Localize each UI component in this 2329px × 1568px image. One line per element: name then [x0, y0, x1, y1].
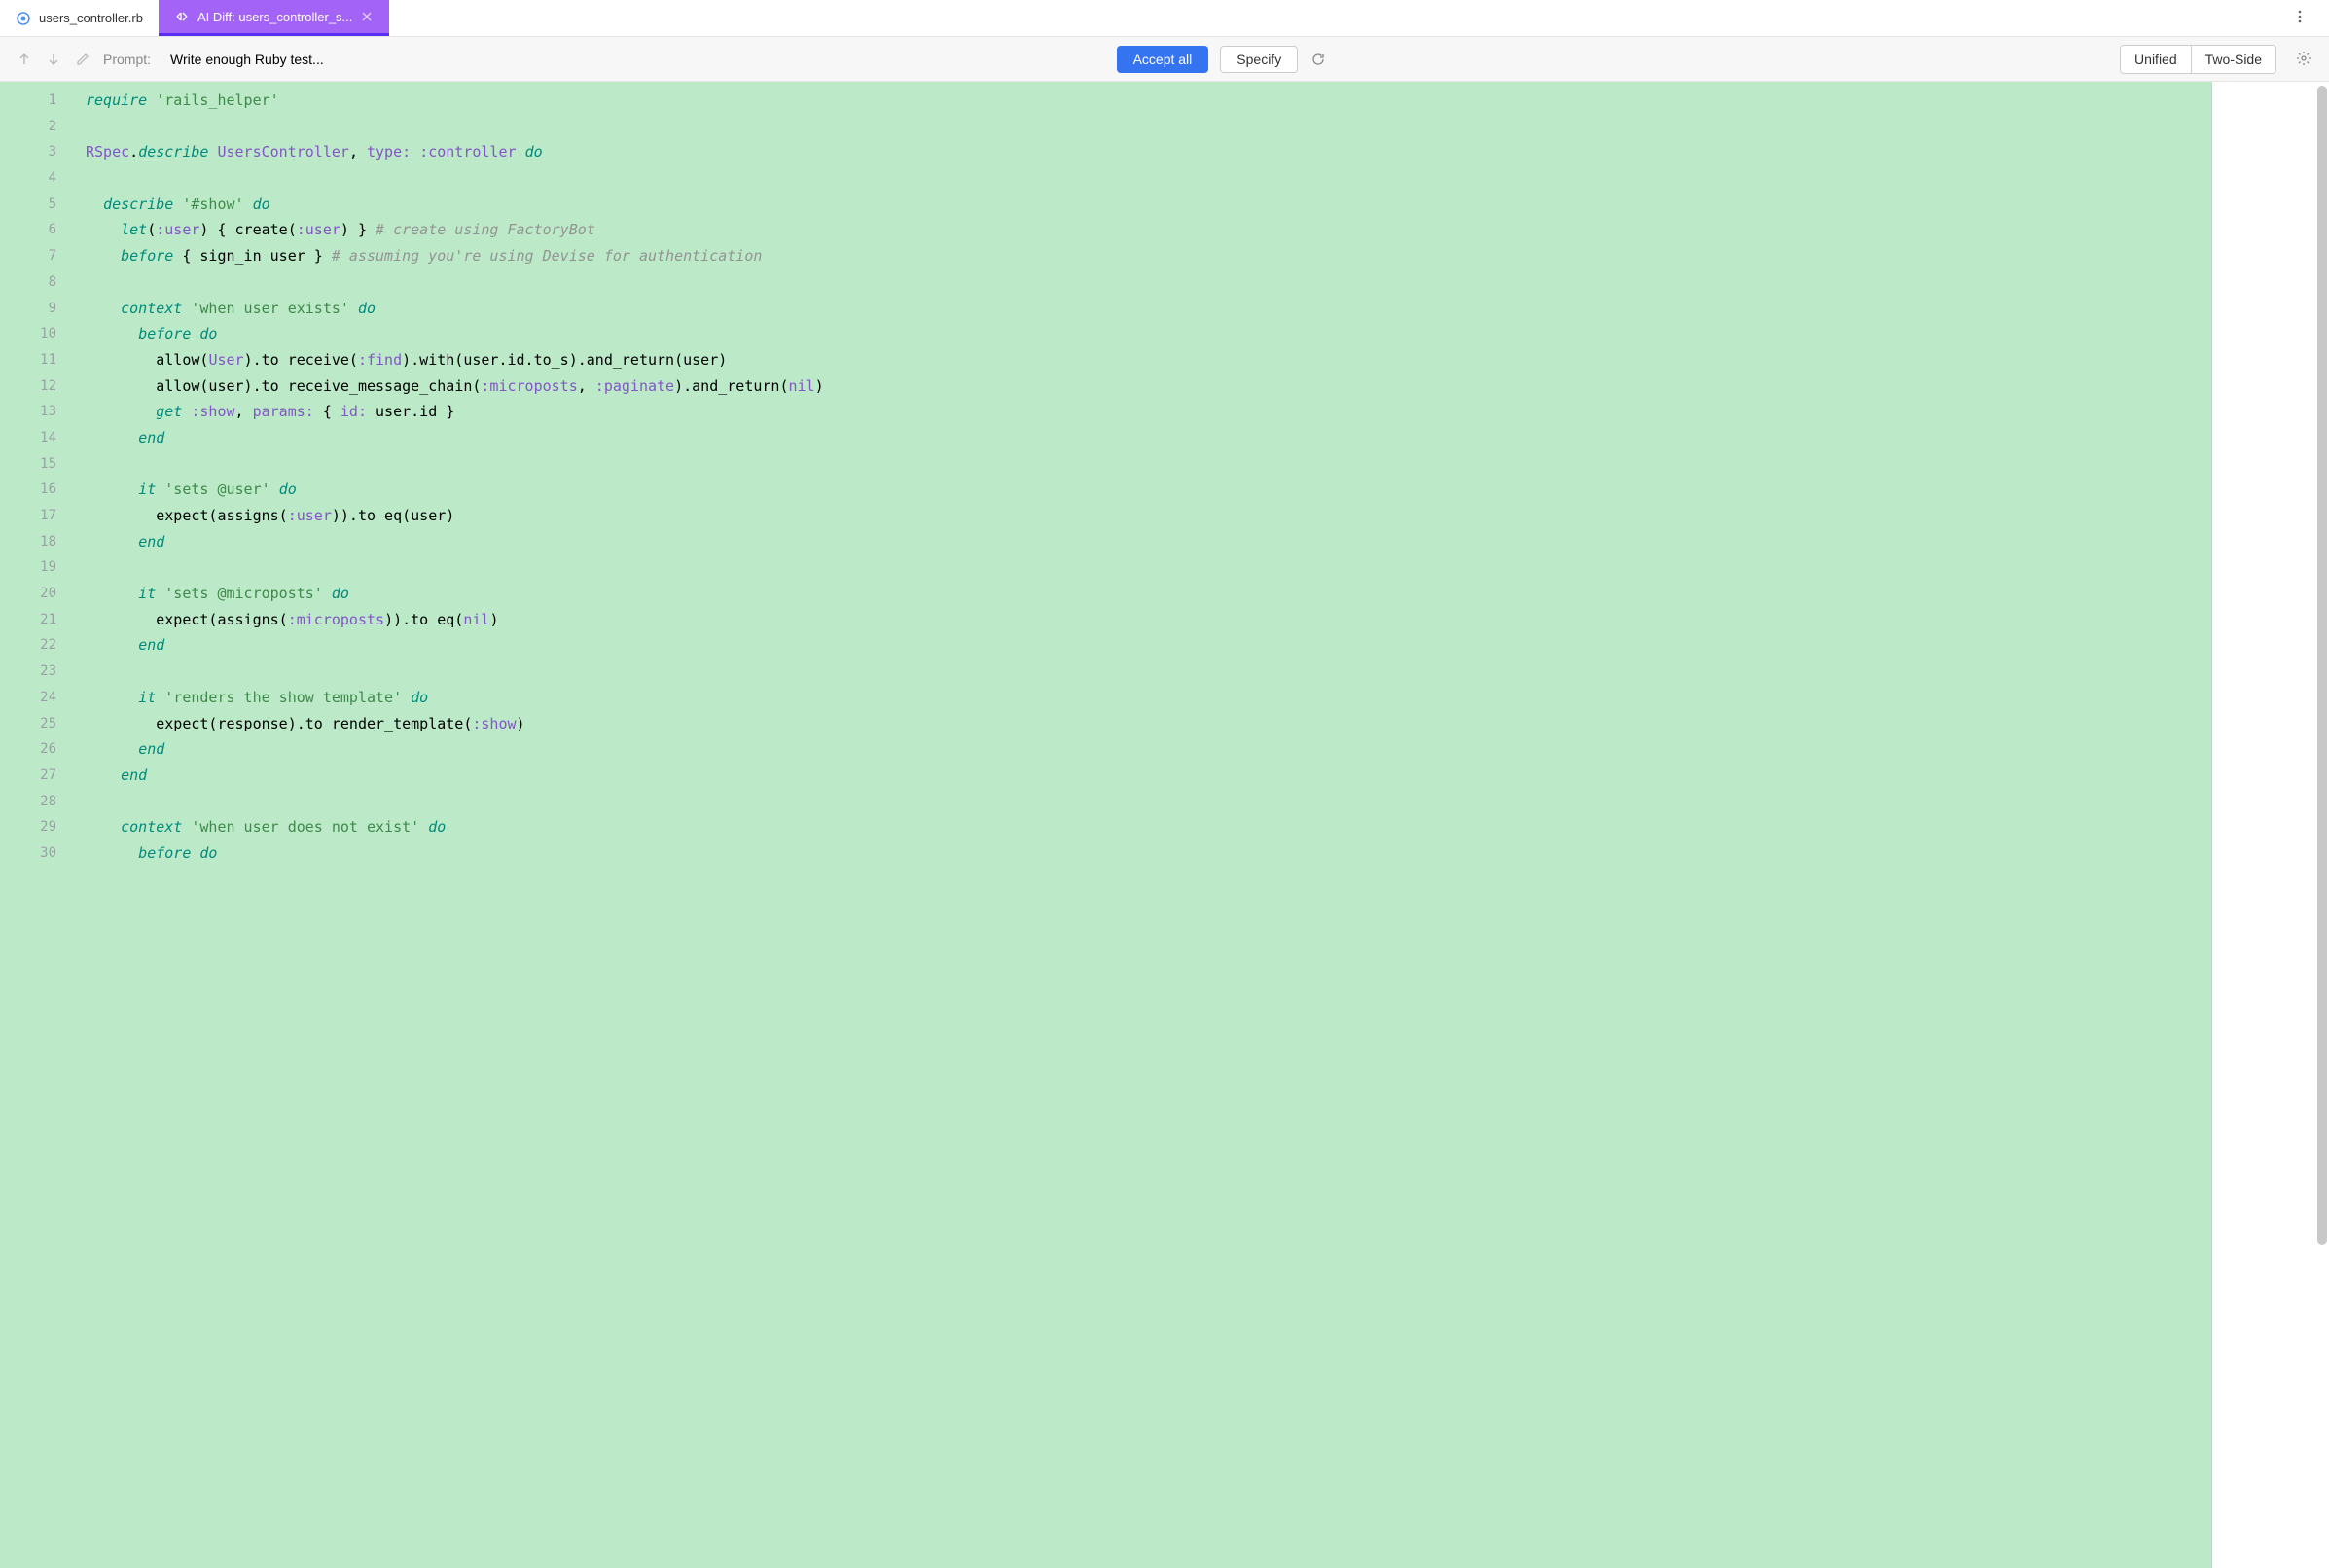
close-icon[interactable]	[360, 10, 374, 23]
line-number: 28	[0, 789, 84, 815]
code-line: allow(User).to receive(:find).with(user.…	[84, 347, 2211, 374]
code-line: end	[84, 736, 2211, 763]
line-number: 25	[0, 711, 84, 737]
scrollbar[interactable]	[2315, 82, 2327, 1568]
refresh-icon[interactable]	[1309, 51, 1327, 68]
code-line: describe '#show' do	[84, 192, 2211, 218]
tab-label: users_controller.rb	[39, 11, 143, 25]
tab-users-controller[interactable]: users_controller.rb	[0, 0, 159, 36]
line-number: 8	[0, 269, 84, 296]
code-line	[84, 659, 2211, 685]
arrow-down-icon[interactable]	[45, 51, 62, 68]
code-line: allow(user).to receive_message_chain(:mi…	[84, 374, 2211, 400]
line-number: 30	[0, 840, 84, 867]
code-line: before do	[84, 840, 2211, 867]
line-number: 29	[0, 814, 84, 840]
editor: 1234567891011121314151617181920212223242…	[0, 82, 2329, 1568]
code-line: expect(assigns(:microposts)).to eq(nil)	[84, 607, 2211, 633]
code-line: end	[84, 425, 2211, 451]
accept-all-button[interactable]: Accept all	[1117, 46, 1209, 73]
code-line	[84, 554, 2211, 581]
right-margin	[2212, 82, 2329, 1568]
line-number: 14	[0, 425, 84, 451]
code-line: end	[84, 529, 2211, 555]
code-line: before { sign_in user } # assuming you'r…	[84, 243, 2211, 269]
tab-bar: users_controller.rb AI Diff: users_contr…	[0, 0, 2329, 37]
line-number: 20	[0, 581, 84, 607]
line-number: 13	[0, 399, 84, 425]
line-number: 7	[0, 243, 84, 269]
scrollbar-thumb[interactable]	[2317, 86, 2327, 1245]
line-number: 16	[0, 477, 84, 503]
code-line: end	[84, 763, 2211, 789]
two-side-view-button[interactable]: Two-Side	[2192, 46, 2275, 73]
code-line	[84, 114, 2211, 140]
code-line: it 'renders the show template' do	[84, 685, 2211, 711]
tab-label: AI Diff: users_controller_s...	[197, 10, 352, 24]
line-gutter: 1234567891011121314151617181920212223242…	[0, 82, 84, 1568]
code-line: let(:user) { create(:user) } # create us…	[84, 217, 2211, 243]
code-line: get :show, params: { id: user.id }	[84, 399, 2211, 425]
ai-diff-icon	[174, 9, 190, 24]
line-number: 2	[0, 114, 84, 140]
line-number: 18	[0, 529, 84, 555]
line-number: 11	[0, 347, 84, 374]
line-number: 27	[0, 763, 84, 789]
line-number: 12	[0, 374, 84, 400]
ruby-file-icon	[16, 11, 31, 26]
code-line: expect(assigns(:user)).to eq(user)	[84, 503, 2211, 529]
line-number: 17	[0, 503, 84, 529]
code-line: end	[84, 632, 2211, 659]
line-number: 4	[0, 165, 84, 192]
unified-view-button[interactable]: Unified	[2121, 46, 2192, 73]
line-number: 3	[0, 139, 84, 165]
more-vertical-icon[interactable]	[2286, 3, 2313, 33]
line-number: 6	[0, 217, 84, 243]
line-number: 19	[0, 554, 84, 581]
code-area[interactable]: require 'rails_helper' RSpec.describe Use…	[84, 82, 2212, 1568]
code-line: it 'sets @user' do	[84, 477, 2211, 503]
line-number: 24	[0, 685, 84, 711]
gear-icon[interactable]	[2296, 51, 2313, 68]
code-line: expect(response).to render_template(:sho…	[84, 711, 2211, 737]
code-line: require 'rails_helper'	[84, 88, 2211, 114]
prompt-text: Write enough Ruby test...	[170, 52, 324, 67]
line-number: 26	[0, 736, 84, 763]
code-line: it 'sets @microposts' do	[84, 581, 2211, 607]
specify-button[interactable]: Specify	[1220, 46, 1298, 73]
prompt-label: Prompt:	[103, 52, 151, 67]
code-line	[84, 165, 2211, 192]
line-number: 21	[0, 607, 84, 633]
tab-ai-diff[interactable]: AI Diff: users_controller_s...	[159, 0, 389, 36]
line-number: 10	[0, 321, 84, 347]
diff-toolbar: Prompt: Write enough Ruby test... Accept…	[0, 37, 2329, 82]
line-number: 22	[0, 632, 84, 659]
view-mode-toggle: Unified Two-Side	[2120, 45, 2276, 74]
arrow-up-icon[interactable]	[16, 51, 33, 68]
code-line: context 'when user exists' do	[84, 296, 2211, 322]
line-number: 1	[0, 88, 84, 114]
code-line: before do	[84, 321, 2211, 347]
line-number: 15	[0, 451, 84, 478]
line-number: 23	[0, 659, 84, 685]
code-line: RSpec.describe UsersController, type: :c…	[84, 139, 2211, 165]
code-line	[84, 451, 2211, 478]
code-line: context 'when user does not exist' do	[84, 814, 2211, 840]
line-number: 9	[0, 296, 84, 322]
edit-icon[interactable]	[74, 51, 91, 68]
code-line	[84, 789, 2211, 815]
line-number: 5	[0, 192, 84, 218]
code-line	[84, 269, 2211, 296]
